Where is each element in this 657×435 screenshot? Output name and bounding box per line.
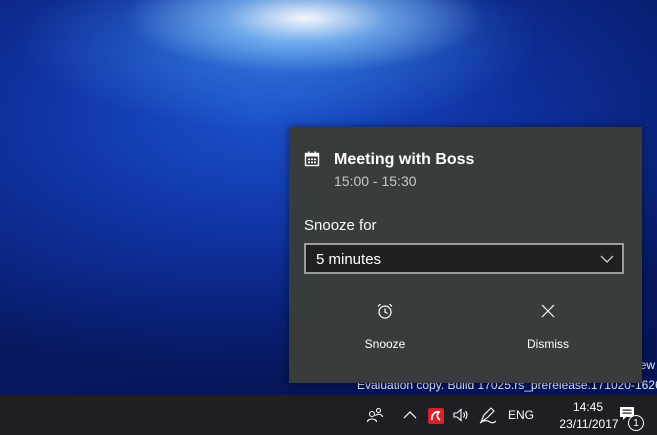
snooze-for-label: Snooze for <box>304 217 377 234</box>
dismiss-button[interactable]: Dismiss <box>488 302 608 362</box>
taskbar: ENG 14:45 23/11/2017 1 <box>0 395 657 435</box>
volume-icon[interactable] <box>452 407 470 423</box>
taskbar-clock-date[interactable]: 23/11/2017 <box>554 417 624 431</box>
chevron-up-icon[interactable] <box>403 410 417 420</box>
snooze-button[interactable]: Snooze <box>325 302 445 362</box>
calendar-icon <box>304 151 320 167</box>
people-icon[interactable] <box>366 407 384 423</box>
snooze-button-label: Snooze <box>364 337 406 351</box>
close-icon <box>541 304 555 318</box>
dismiss-button-label: Dismiss <box>527 337 569 351</box>
notification-count-badge: 1 <box>628 415 644 431</box>
reminder-toast: Meeting with Boss 15:00 - 15:30 Snooze f… <box>289 127 642 383</box>
windows-ink-pen-icon[interactable] <box>478 406 498 424</box>
taskbar-clock-time[interactable]: 14:45 <box>563 400 613 414</box>
antivirus-logo-icon <box>431 411 441 421</box>
snooze-duration-select[interactable]: 5 minutes <box>304 243 624 274</box>
chevron-down-icon <box>600 255 614 263</box>
snooze-duration-value: 5 minutes <box>316 251 382 268</box>
meeting-title: Meeting with Boss <box>334 151 475 168</box>
alarm-clock-icon <box>377 303 393 319</box>
antivirus-tray-icon[interactable] <box>428 408 444 424</box>
meeting-time: 15:00 - 15:30 <box>334 173 417 189</box>
input-language-indicator[interactable]: ENG <box>508 408 534 422</box>
